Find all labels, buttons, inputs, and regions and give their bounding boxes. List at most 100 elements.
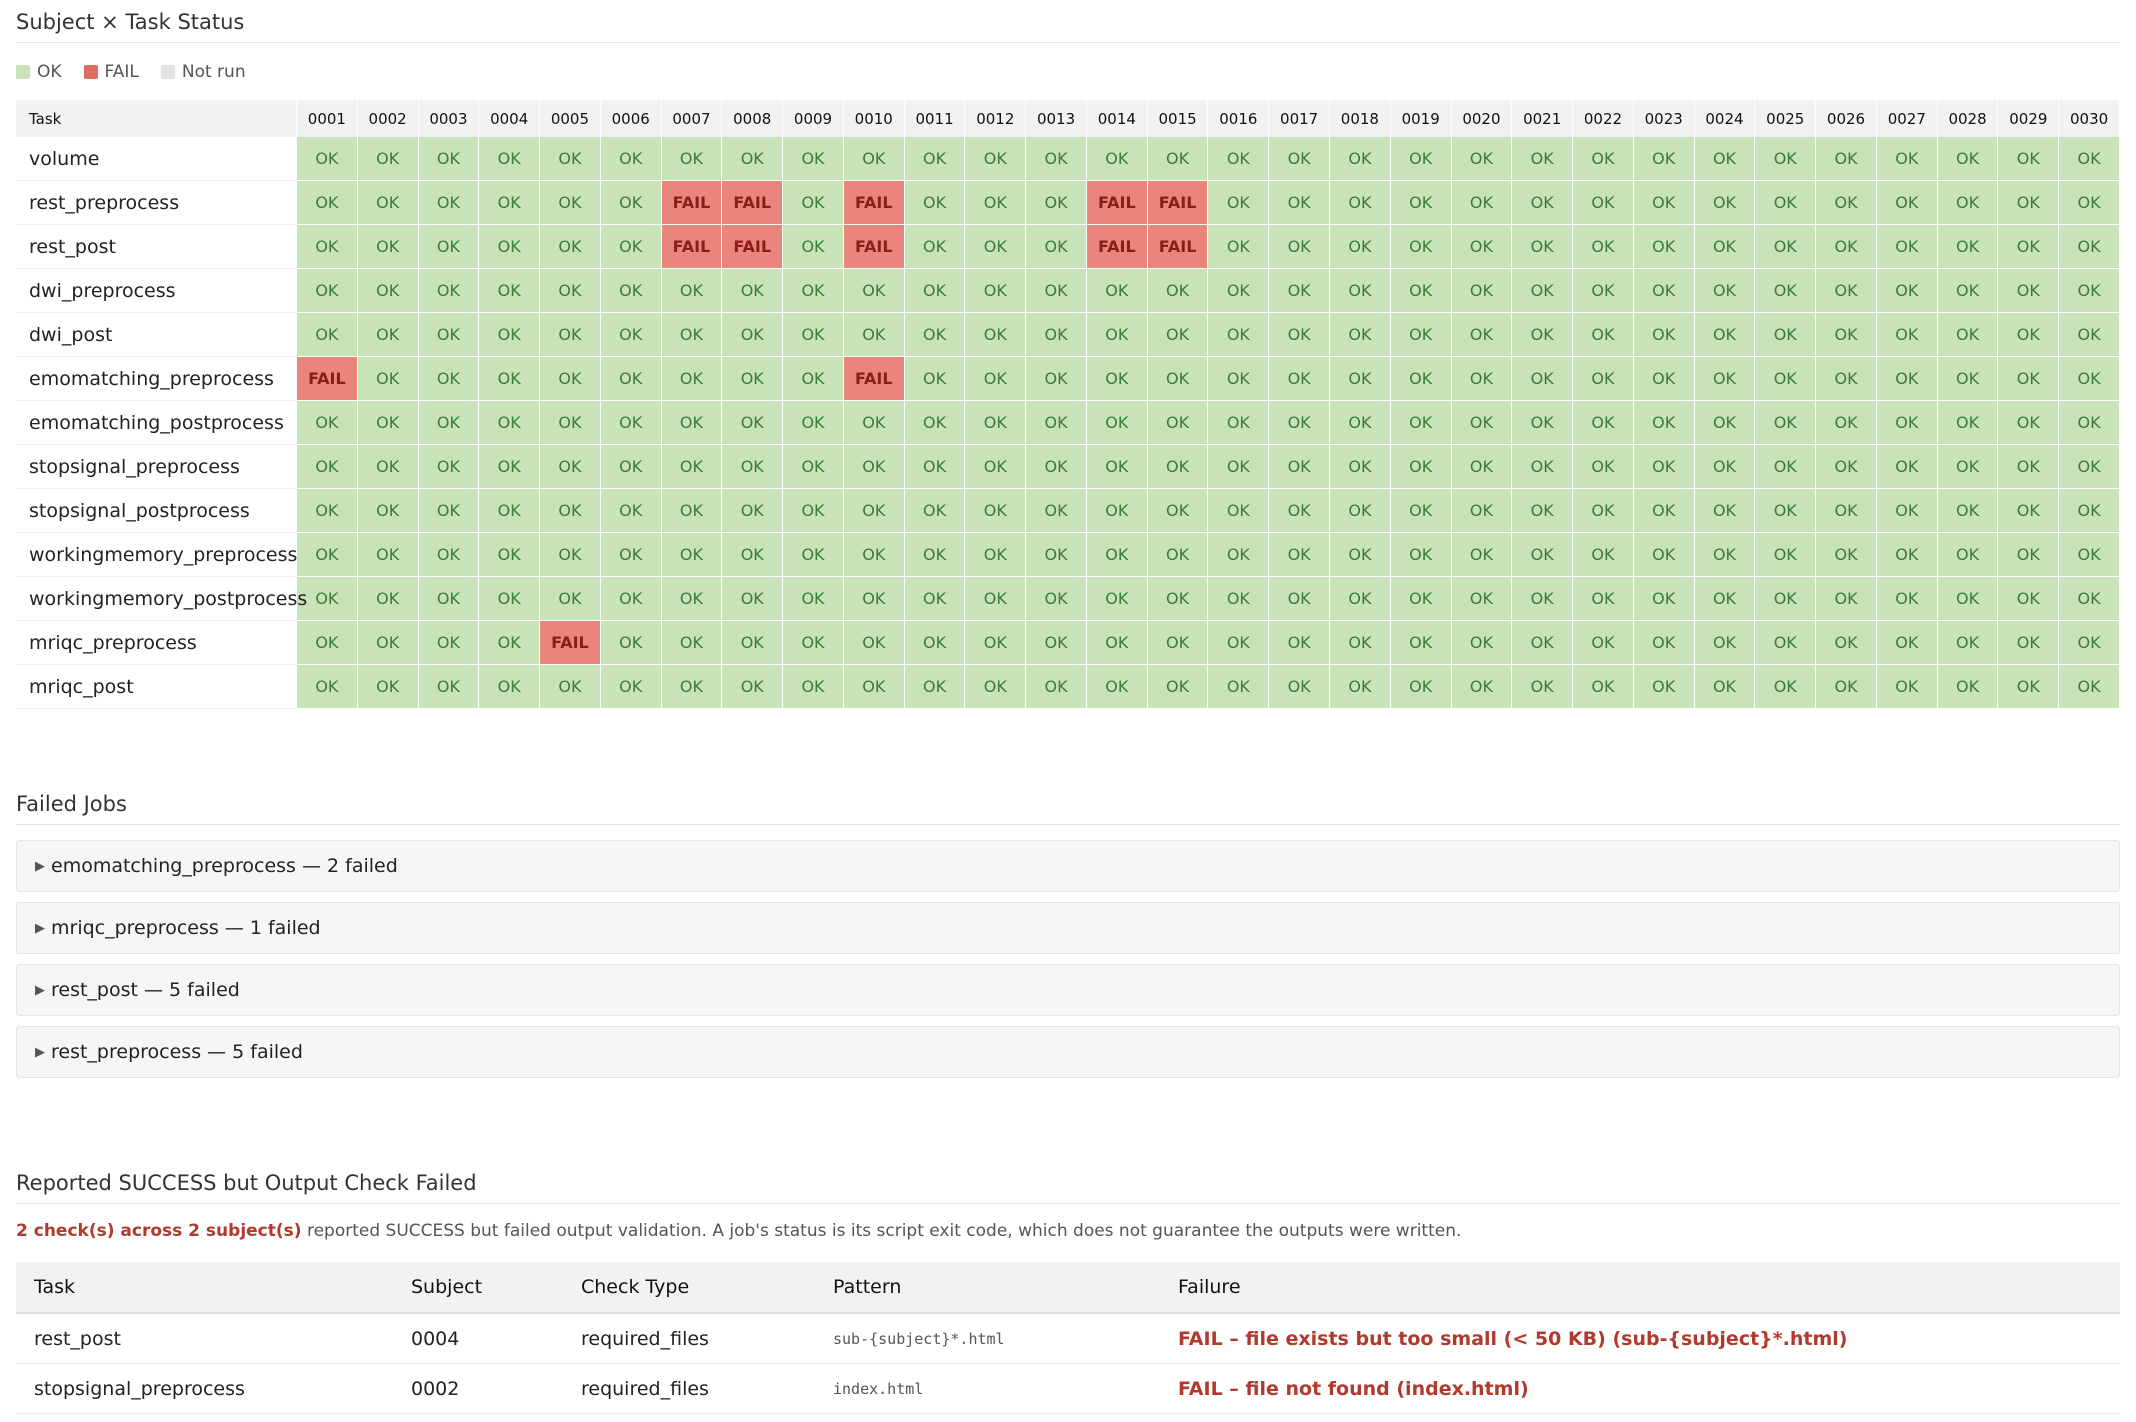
subject-column-header: 0027 <box>1876 100 1938 137</box>
status-cell-ok: OK <box>297 225 358 269</box>
status-cell-ok: OK <box>1694 137 1756 181</box>
status-cell-ok: OK <box>600 445 662 489</box>
status-cell-ok: OK <box>1390 577 1452 621</box>
status-cell-ok: OK <box>904 577 966 621</box>
status-cell-ok: OK <box>1876 621 1938 665</box>
status-cell-ok: OK <box>1633 357 1695 401</box>
status-cell-ok: OK <box>1026 533 1087 577</box>
expand-triangle-icon: ▶ <box>35 858 45 874</box>
status-cell-ok: OK <box>1269 225 1331 269</box>
status-cell-ok: OK <box>1026 577 1087 621</box>
status-cell-ok: OK <box>783 533 844 577</box>
status-cell-ok: OK <box>722 357 784 401</box>
failed-group-rest-post[interactable]: ▶ rest_post — 5 failed <box>16 964 2120 1016</box>
table-row: mriqc_post OK OK OK OK OK OK OK OK OK OK OK OK OK OK OK… <box>16 665 2120 709</box>
status-cell-ok: OK <box>1451 621 1513 665</box>
status-cell-ok: OK <box>1755 577 1817 621</box>
status-cell-ok: OK <box>1147 533 1209 577</box>
table-row: stopsignal_postprocess OK OK OK OK OK OK OK OK OK… <box>16 489 2120 533</box>
status-cell-ok: OK <box>2059 401 2120 445</box>
status-cell-ok: OK <box>1937 137 1999 181</box>
legend-ok-swatch <box>16 65 30 79</box>
status-cell-ok: OK <box>1512 621 1574 665</box>
task-name: workingmemory_preprocess <box>16 533 297 577</box>
failed-group-label: emomatching_preprocess — 2 failed <box>51 855 398 877</box>
status-cell-ok: OK <box>1208 313 1270 357</box>
cell-check-type: required_files <box>563 1313 815 1364</box>
status-cell-ok: OK <box>904 401 966 445</box>
status-cell-ok: OK <box>1451 489 1513 533</box>
status-cell-ok: OK <box>540 577 601 621</box>
status-cell-ok: OK <box>297 181 358 225</box>
subject-column-header: 0020 <box>1451 100 1513 137</box>
status-cell-ok: OK <box>1330 401 1391 445</box>
status-cell-ok: OK <box>2059 313 2120 357</box>
subject-column-header: 0016 <box>1208 100 1270 137</box>
status-cell-ok: OK <box>1269 577 1331 621</box>
output-check-explanation: reported SUCCESS but failed output valid… <box>301 1221 1462 1241</box>
status-cell-ok: OK <box>540 489 601 533</box>
status-cell-ok: OK <box>600 137 662 181</box>
status-cell-ok: OK <box>904 533 966 577</box>
status-cell-ok: OK <box>297 137 358 181</box>
status-cell-ok: OK <box>418 269 480 313</box>
status-cell-ok: OK <box>965 577 1027 621</box>
status-cell-ok: OK <box>1755 445 1817 489</box>
failed-group-emomatching-preprocess[interactable]: ▶ emomatching_preprocess — 2 failed <box>16 840 2120 892</box>
status-cell-ok: OK <box>479 137 541 181</box>
status-cell-ok: OK <box>1512 137 1574 181</box>
status-cell-ok: OK <box>1451 533 1513 577</box>
status-cell-ok: OK <box>783 357 844 401</box>
status-cell-ok: OK <box>1026 665 1087 709</box>
subject-column-header: 0017 <box>1269 100 1331 137</box>
failed-group-rest-preprocess[interactable]: ▶ rest_preprocess — 5 failed <box>16 1026 2120 1078</box>
status-cell-ok: OK <box>661 269 723 313</box>
subject-column-header: 0019 <box>1390 100 1452 137</box>
status-cell-ok: OK <box>1026 313 1087 357</box>
status-cell-ok: OK <box>1755 621 1817 665</box>
status-cell-ok: OK <box>1269 533 1331 577</box>
subject-column-header: 0010 <box>843 100 905 137</box>
status-cell-ok: OK <box>540 225 601 269</box>
status-cell-ok: OK <box>297 621 358 665</box>
status-cell-ok: OK <box>2059 181 2120 225</box>
status-cell-ok: OK <box>1390 313 1452 357</box>
status-cell-ok: OK <box>2059 225 2120 269</box>
status-cell-ok: OK <box>1330 269 1391 313</box>
status-cell-ok: OK <box>1937 357 1999 401</box>
status-cell-ok: OK <box>1269 269 1331 313</box>
status-cell-ok: OK <box>418 313 480 357</box>
status-cell-ok: OK <box>540 665 601 709</box>
status-cell-ok: OK <box>1390 225 1452 269</box>
status-cell-ok: OK <box>357 137 419 181</box>
status-cell-ok: OK <box>1937 577 1999 621</box>
status-cell-ok: OK <box>783 313 844 357</box>
status-cell-ok: OK <box>540 401 601 445</box>
col-subject: Subject <box>393 1262 563 1314</box>
subject-column-header: 0025 <box>1755 100 1817 137</box>
failed-group-mriqc-preprocess[interactable]: ▶ mriqc_preprocess — 1 failed <box>16 902 2120 954</box>
task-name: stopsignal_postprocess <box>16 489 297 533</box>
status-cell-ok: OK <box>1633 665 1695 709</box>
subject-column-header: 0009 <box>783 100 844 137</box>
status-cell-ok: OK <box>1451 401 1513 445</box>
status-cell-ok: OK <box>1208 621 1270 665</box>
status-cell-ok: OK <box>1633 313 1695 357</box>
expand-triangle-icon: ▶ <box>35 1044 45 1060</box>
table-row: rest_preprocess OK OK OK OK OK OK FAIL FAIL OK FAI… <box>16 181 2120 225</box>
status-cell-ok: OK <box>1573 401 1634 445</box>
status-cell-ok: OK <box>843 533 905 577</box>
status-cell-ok: OK <box>479 621 541 665</box>
status-cell-ok: OK <box>1998 313 2060 357</box>
status-cell-ok: OK <box>1451 445 1513 489</box>
status-cell-ok: OK <box>479 445 541 489</box>
status-cell-ok: OK <box>722 401 784 445</box>
status-cell-ok: OK <box>357 665 419 709</box>
status-cell-ok: OK <box>1816 401 1877 445</box>
subject-column-header: 0022 <box>1573 100 1634 137</box>
status-cell-ok: OK <box>1208 445 1270 489</box>
status-cell-ok: OK <box>783 137 844 181</box>
task-column-header: Task <box>16 100 297 137</box>
status-cell-ok: OK <box>661 445 723 489</box>
status-cell-ok: OK <box>1208 665 1270 709</box>
